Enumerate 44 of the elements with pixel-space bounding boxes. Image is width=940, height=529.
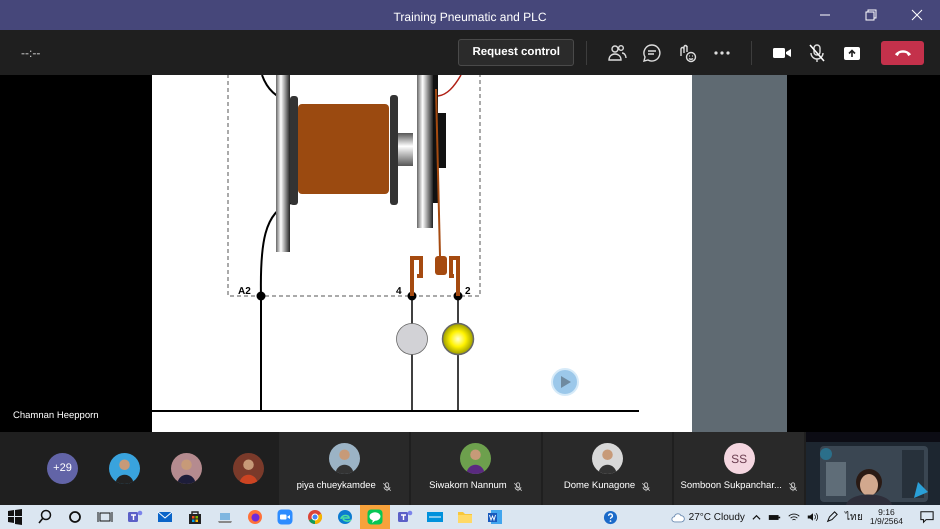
terminal-label: A2 xyxy=(238,286,251,297)
participant-name: Siwakorn Nannum xyxy=(429,479,507,494)
teams-icon[interactable] xyxy=(397,509,413,525)
app-icon[interactable] xyxy=(427,509,443,525)
shopping-bag-icon[interactable] xyxy=(187,509,203,525)
initials-avatar: SS xyxy=(724,443,755,474)
phone-icon xyxy=(894,48,912,57)
circle-icon[interactable] xyxy=(67,509,83,525)
presenter-name: Chamnan Heepporn xyxy=(13,408,99,423)
overflow-count[interactable]: +29 xyxy=(47,453,78,484)
globe-icon[interactable] xyxy=(247,509,263,525)
network-icon[interactable] xyxy=(788,512,800,522)
teams-icon[interactable] xyxy=(127,509,143,525)
chat-icon[interactable] xyxy=(642,42,662,62)
pen-icon[interactable] xyxy=(826,511,838,523)
participant-name: piya chueykamdee xyxy=(296,479,376,494)
battery-icon[interactable] xyxy=(768,512,781,522)
notification-icon[interactable] xyxy=(920,510,934,524)
help-icon[interactable] xyxy=(602,510,618,524)
mail-icon[interactable] xyxy=(157,509,173,525)
participant-name: Dome Kunagone xyxy=(564,479,636,494)
taskbar-clock[interactable]: 9:16 1/9/2564 xyxy=(870,508,903,526)
weather-text[interactable]: 27°C Cloudy xyxy=(688,510,745,524)
terminal-label: 4 xyxy=(396,286,402,297)
call-timer: --:-- xyxy=(21,44,40,62)
people-icon[interactable] xyxy=(606,42,626,62)
request-control-button[interactable]: Request control xyxy=(458,38,574,66)
speaker-icon[interactable] xyxy=(806,512,819,522)
participant-name: Somboon Sukpanchar... xyxy=(680,479,782,494)
wave-icon[interactable] xyxy=(337,509,353,525)
window-title: Training Pneumatic and PLC xyxy=(394,9,546,26)
document-icon[interactable] xyxy=(487,509,503,525)
hang-up-button[interactable] xyxy=(881,40,924,64)
video-camera-icon[interactable] xyxy=(277,509,293,525)
cloud-icon xyxy=(670,512,685,522)
mic-off-icon[interactable] xyxy=(806,42,826,62)
language-indicator[interactable]: ไทย xyxy=(844,510,863,524)
chevron-up-icon[interactable] xyxy=(752,512,761,522)
search-icon[interactable] xyxy=(37,509,53,525)
terminal-label: 2 xyxy=(465,286,471,297)
play-icon[interactable] xyxy=(551,368,579,396)
windows-start-icon[interactable] xyxy=(7,509,23,525)
task-view-icon[interactable] xyxy=(97,509,113,525)
round-browser-icon[interactable] xyxy=(307,509,323,525)
